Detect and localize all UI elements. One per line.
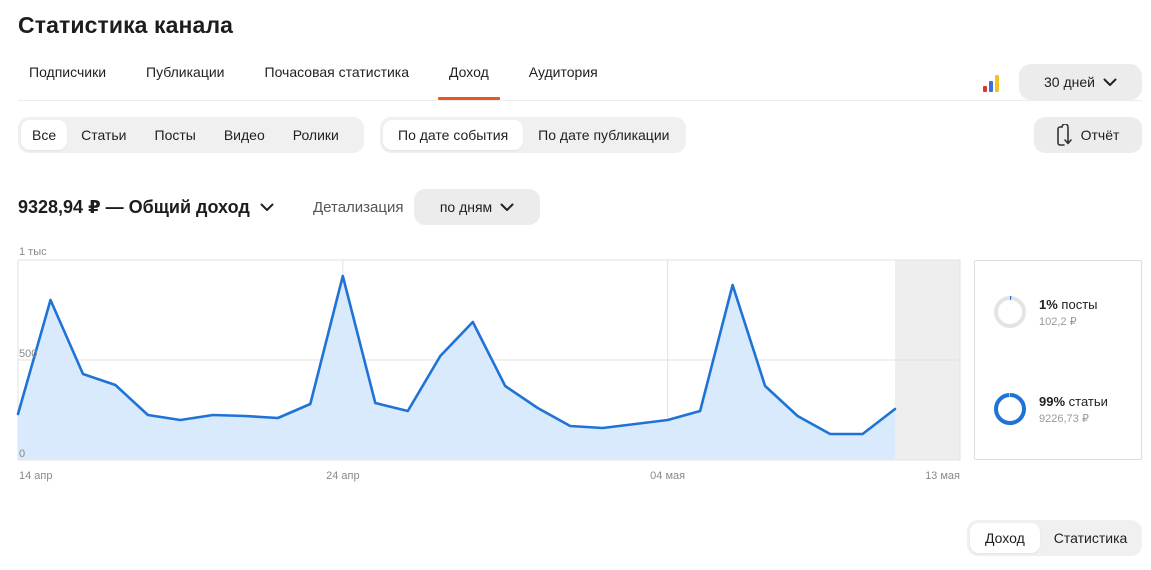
chevron-down-icon (260, 203, 274, 211)
tab-divider (18, 100, 1142, 101)
tab-audience[interactable]: Аудитория (518, 52, 609, 100)
legend-amount: 102,2 ₽ (1039, 315, 1077, 328)
report-button[interactable]: Отчёт (1034, 117, 1142, 153)
page-title: Статистика канала (18, 12, 234, 38)
donut-track (994, 296, 1026, 328)
y-tick-label: 1 тыс (19, 246, 47, 258)
filter-video[interactable]: Видео (210, 120, 279, 150)
data-point[interactable] (568, 424, 573, 429)
filter-articles[interactable]: Статьи (67, 120, 140, 150)
data-point[interactable] (178, 418, 183, 423)
total-income-label: 9328,94 ₽ — Общий доход (18, 197, 250, 217)
filter-by-event-date[interactable]: По дате события (383, 120, 524, 150)
legend-name: посты (1061, 296, 1098, 312)
data-point[interactable] (470, 320, 475, 325)
data-point[interactable] (763, 384, 768, 389)
filter-posts[interactable]: Посты (141, 120, 210, 150)
toggle-income[interactable]: Доход (970, 523, 1040, 553)
tab-bar: Подписчики Публикации Почасовая статисти… (18, 52, 627, 100)
series-area (18, 276, 895, 460)
data-point[interactable] (633, 422, 638, 427)
data-point[interactable] (145, 413, 150, 418)
legend-item-articles: 99% статьи 9226,73 ₽ (993, 392, 1108, 426)
filter-shorts[interactable]: Ролики (279, 120, 353, 150)
bar-chart-icon[interactable] (983, 74, 1003, 92)
detail-value: по дням (439, 199, 493, 215)
legend-amount: 9226,73 ₽ (1039, 412, 1089, 425)
data-point[interactable] (698, 409, 703, 414)
toggle-statistics[interactable]: Статистика (1040, 523, 1142, 553)
chevron-down-icon (1103, 78, 1117, 86)
data-point[interactable] (16, 412, 21, 417)
detail-label: Детализация (313, 199, 404, 216)
tab-subscribers[interactable]: Подписчики (18, 52, 117, 100)
data-point[interactable] (373, 401, 378, 406)
period-dropdown[interactable]: 30 дней (1019, 64, 1142, 100)
filter-all[interactable]: Все (21, 120, 68, 150)
data-point[interactable] (438, 354, 443, 359)
view-toggle: Доход Статистика (967, 520, 1142, 556)
legend-percent: 99% (1039, 393, 1066, 409)
data-point[interactable] (893, 407, 898, 412)
data-point[interactable] (405, 409, 410, 414)
data-point[interactable] (600, 426, 605, 431)
data-point[interactable] (243, 414, 248, 419)
date-mode-filter: По дате события По дате публикации (380, 117, 686, 153)
data-point[interactable] (795, 414, 800, 419)
donut-fill (994, 393, 1026, 425)
data-point[interactable] (210, 413, 215, 418)
filter-by-publication-date[interactable]: По дате публикации (523, 120, 684, 150)
data-point[interactable] (503, 384, 508, 389)
report-label: Отчёт (1080, 127, 1120, 143)
data-point[interactable] (308, 402, 313, 407)
content-type-filter: Все Статьи Посты Видео Ролики (18, 117, 364, 153)
legend-percent: 1% (1039, 296, 1058, 312)
legend-name: статьи (1068, 393, 1108, 409)
data-point[interactable] (113, 383, 118, 388)
x-tick-label: 04 мая (650, 470, 685, 482)
detail-dropdown[interactable]: по дням (414, 189, 540, 225)
x-tick-label: 13 мая (925, 470, 960, 482)
data-point[interactable] (275, 416, 280, 421)
income-breakdown: 1% посты 102,2 ₽ 99% статьи 9226,73 ₽ (974, 260, 1142, 460)
donut-articles (994, 393, 1026, 425)
tab-publications[interactable]: Публикации (135, 52, 235, 100)
data-point[interactable] (828, 432, 833, 437)
legend-item-posts: 1% посты 102,2 ₽ (993, 295, 1098, 329)
y-tick-label: 0 (19, 448, 25, 460)
tab-income[interactable]: Доход (438, 52, 500, 100)
data-point[interactable] (80, 372, 85, 377)
income-chart[interactable]: 1 тыс 500 0 14 апр 24 апр 04 мая 13 мая (0, 240, 970, 490)
data-point[interactable] (340, 274, 345, 279)
data-point[interactable] (535, 406, 540, 411)
y-tick-label: 500 (19, 348, 37, 360)
tab-hourly-stats[interactable]: Почасовая статистика (254, 52, 421, 100)
data-point[interactable] (48, 298, 53, 303)
x-tick-label: 14 апр (19, 470, 52, 482)
report-download-icon (1056, 124, 1072, 146)
chevron-down-icon (500, 203, 514, 211)
data-point[interactable] (730, 283, 735, 288)
total-income-dropdown[interactable]: 9328,94 ₽ — Общий доход (18, 197, 274, 218)
x-tick-label: 24 апр (326, 470, 359, 482)
donut-posts (994, 296, 1026, 328)
data-point[interactable] (860, 432, 865, 437)
period-label: 30 дней (1044, 74, 1095, 90)
data-point[interactable] (665, 418, 670, 423)
